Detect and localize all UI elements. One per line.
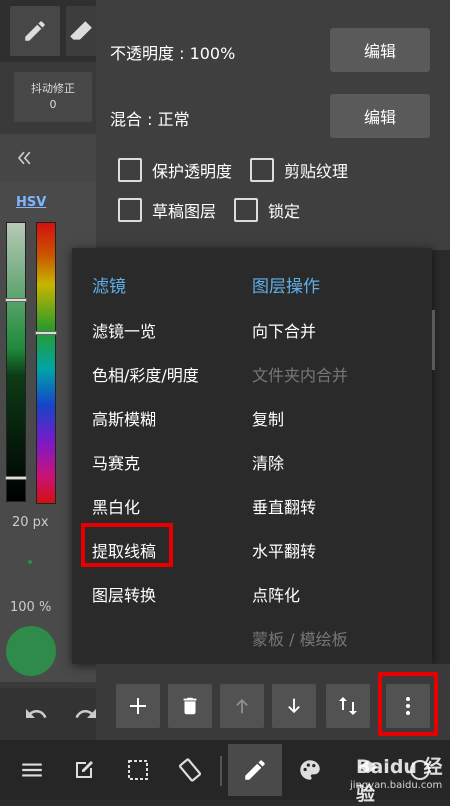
marquee-select-icon: [128, 760, 148, 780]
pencil-icon: [245, 760, 265, 780]
brush-preview-dot: [28, 560, 32, 564]
stabilizer-value: 0: [49, 98, 57, 111]
lock-checkbox[interactable]: 锁定: [234, 198, 300, 222]
palette-icon: [300, 760, 320, 780]
layer-ops-header: 图层操作: [252, 277, 320, 297]
layer-menu-popup: 滤镜 图层操作 滤镜一览 色相/彩度/明度 高斯模糊 马赛克 黑白化 提取线稿 …: [72, 248, 432, 664]
menu-item-merge-folder: 文件夹内合并: [252, 366, 349, 385]
menu-item-gaussian-blur[interactable]: 高斯模糊: [92, 406, 156, 430]
menu-item-mask-stencil: 蒙板 / 模绘板: [252, 630, 348, 649]
checkbox-label: 锁定: [268, 202, 301, 221]
move-layer-down-button[interactable]: [272, 684, 316, 728]
menu-item-rasterize[interactable]: 点阵化: [252, 582, 300, 606]
rotate-canvas-button[interactable]: [170, 750, 210, 790]
swap-layer-button[interactable]: [326, 684, 370, 728]
checkbox-label: 保护透明度: [152, 162, 233, 181]
color-mode-tab[interactable]: HSV: [16, 195, 46, 210]
sv-slider-handle[interactable]: [5, 298, 27, 302]
undo-icon[interactable]: [22, 702, 50, 726]
blend-mode-label: 混合 : 正常: [110, 110, 190, 129]
checkbox-box: [234, 198, 258, 222]
menu-item-mosaic[interactable]: 马赛克: [92, 450, 140, 474]
blend-edit-button[interactable]: 编辑: [330, 94, 430, 138]
brush-opacity-label: 100 %: [10, 600, 52, 615]
eraser-icon: [70, 21, 92, 40]
arrow-up-icon: [236, 698, 248, 714]
hue-bar[interactable]: [35, 222, 57, 504]
clipping-checkbox[interactable]: 剪贴纹理: [250, 158, 348, 182]
menu-item-merge-down[interactable]: 向下合并: [252, 318, 316, 342]
top-tool-strip: [0, 0, 96, 62]
pen-tool-button[interactable]: [235, 750, 275, 790]
menu-scrollbar[interactable]: [432, 310, 435, 370]
menu-item-flip-vertical[interactable]: 垂直翻转: [252, 494, 316, 518]
menu-item-monochrome[interactable]: 黑白化: [92, 494, 140, 518]
saturation-value-bar[interactable]: [5, 222, 27, 502]
menu-item-layer-convert[interactable]: 图层转换: [92, 582, 156, 606]
menu-item-duplicate[interactable]: 复制: [252, 406, 284, 430]
selection-button[interactable]: [118, 750, 158, 790]
undo-redo-bar: [0, 688, 96, 740]
sv-slider-handle-2[interactable]: [5, 476, 27, 480]
double-chevron-left-icon: [17, 151, 31, 165]
redo-icon[interactable]: [74, 702, 98, 726]
opacity-label: 不透明度 : 100%: [110, 44, 236, 63]
filter-header: 滤镜: [92, 277, 126, 297]
trash-icon: [183, 697, 197, 715]
swap-vertical-icon: [339, 697, 357, 715]
checkbox-box: [118, 158, 142, 182]
checkbox-label: 剪贴纹理: [284, 162, 349, 181]
stabilizer-button[interactable]: 抖动修正 0: [14, 72, 92, 122]
stabilizer-label: 抖动修正: [31, 82, 75, 95]
pencil-icon: [25, 21, 45, 41]
watermark-url: jingyan.baidu.com: [350, 780, 443, 791]
menu-item-hue-saturation[interactable]: 色相/彩度/明度: [92, 362, 199, 386]
rotate-screen-icon: [178, 758, 202, 782]
brush-size-label: 20 px: [12, 515, 49, 530]
opacity-edit-button[interactable]: 编辑: [330, 28, 430, 72]
toolbar-divider: [220, 756, 222, 786]
menu-item-filter-list[interactable]: 滤镜一览: [92, 318, 156, 342]
plus-icon: [130, 698, 146, 714]
highlight-box-more-options: [378, 672, 438, 736]
draft-layer-checkbox[interactable]: 草稿图层: [118, 198, 216, 222]
menu-item-flip-horizontal[interactable]: 水平翻转: [252, 538, 316, 562]
color-palette-button[interactable]: [290, 750, 330, 790]
checkbox-box: [118, 198, 142, 222]
highlight-box-extract-lines: [81, 523, 173, 567]
checkbox-label: 草稿图层: [152, 202, 217, 221]
collapse-panel-button[interactable]: [0, 134, 96, 182]
hamburger-menu-icon: [22, 763, 42, 777]
add-layer-button[interactable]: [116, 684, 160, 728]
edit-square-icon: [76, 761, 93, 778]
menu-item-clear[interactable]: 清除: [252, 450, 284, 474]
edit-canvas-button[interactable]: [64, 750, 104, 790]
layer-properties-panel: 不透明度 : 100% 编辑 混合 : 正常 编辑 保护透明度 剪贴纹理 草稿图…: [96, 0, 450, 250]
checkbox-box: [250, 158, 274, 182]
watermark-logo: Baidu 经验: [356, 756, 443, 805]
menu-button[interactable]: [12, 750, 52, 790]
eraser-tool-button[interactable]: [66, 6, 96, 56]
delete-layer-button[interactable]: [168, 684, 212, 728]
move-layer-up-button[interactable]: [220, 684, 264, 728]
arrow-down-icon: [288, 698, 300, 714]
pencil-tool-button[interactable]: [10, 6, 60, 56]
hue-slider-handle[interactable]: [35, 331, 57, 335]
current-color-swatch[interactable]: [6, 626, 56, 676]
protect-alpha-checkbox[interactable]: 保护透明度: [118, 158, 232, 182]
